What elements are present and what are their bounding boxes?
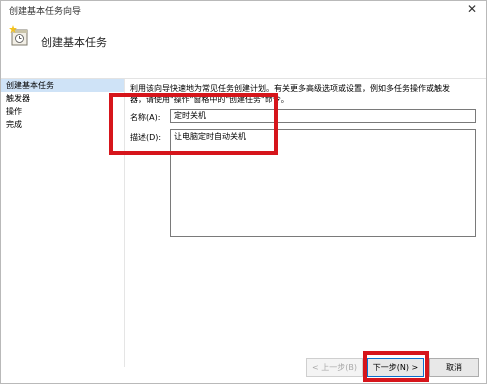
sidebar-item-trigger[interactable]: 触发器 (1, 92, 124, 105)
sidebar-item-action[interactable]: 操作 (1, 105, 124, 118)
sidebar-item-finish[interactable]: 完成 (1, 118, 124, 131)
task-wizard-icon (9, 25, 31, 47)
wizard-steps-sidebar: 创建基本任务 触发器 操作 完成 (1, 79, 125, 367)
wizard-window: 创建基本任务向导 ✕ 创建基本任务 创建基本任务 触发器 操作 完成 利用该向导… (0, 0, 487, 384)
page-title: 创建基本任务 (41, 36, 107, 49)
sidebar-item-create-basic-task[interactable]: 创建基本任务 (1, 79, 124, 92)
highlight-annotation-next (363, 351, 429, 382)
title-bar: 创建基本任务向导 ✕ (1, 1, 486, 19)
highlight-annotation-form (109, 93, 278, 155)
wizard-header: 创建基本任务 (1, 19, 486, 63)
back-button[interactable]: < 上一步(B) (306, 358, 363, 377)
close-icon[interactable]: ✕ (464, 2, 480, 16)
cancel-button[interactable]: 取消 (429, 358, 479, 377)
window-title: 创建基本任务向导 (9, 7, 82, 17)
